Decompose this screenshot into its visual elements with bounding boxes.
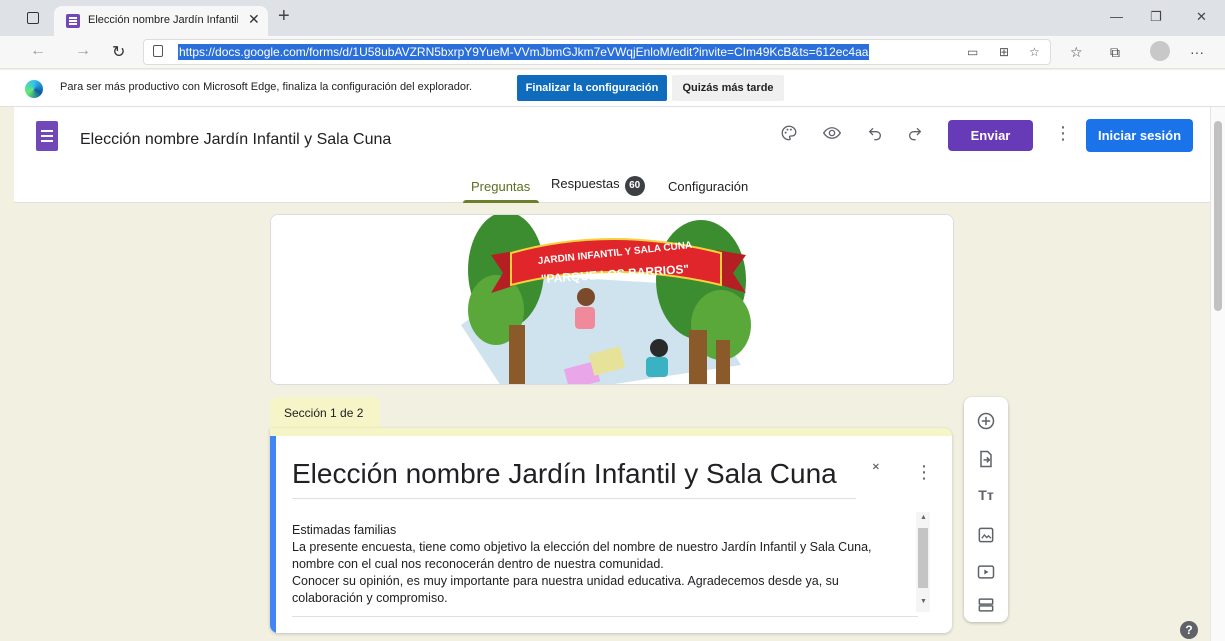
restore-button[interactable]: ❐ bbox=[1150, 9, 1162, 25]
close-tab-icon[interactable]: ✕ bbox=[248, 11, 260, 28]
forms-favicon-icon bbox=[66, 14, 80, 28]
maybe-later-button[interactable]: Quizás más tarde bbox=[672, 75, 784, 101]
add-title-icon[interactable]: Tт bbox=[976, 485, 996, 505]
description-line: Estimadas familias bbox=[292, 523, 397, 537]
more-menu-icon[interactable]: ··· bbox=[1190, 44, 1204, 60]
tab-actions-icon[interactable] bbox=[27, 12, 39, 24]
scroll-down-icon[interactable]: ▼ bbox=[920, 598, 927, 605]
section-more-icon[interactable]: ⋮ bbox=[915, 462, 933, 483]
description-line: nombre con el cual nos reconocerán dentr… bbox=[292, 557, 664, 571]
banner-illustration bbox=[271, 215, 953, 384]
undo-icon[interactable] bbox=[867, 124, 883, 142]
app-available-icon[interactable]: ⊞ bbox=[999, 45, 1009, 59]
add-favorite-icon[interactable]: ☆ bbox=[1029, 45, 1040, 59]
title-underline bbox=[292, 498, 856, 499]
favorites-icon[interactable]: ☆ bbox=[1070, 44, 1083, 61]
add-image-icon[interactable] bbox=[976, 525, 996, 545]
more-options-icon[interactable]: ⋮ bbox=[1054, 123, 1072, 144]
palette-icon[interactable] bbox=[780, 124, 798, 142]
forms-logo-icon[interactable] bbox=[36, 121, 58, 151]
forms-header: Elección nombre Jardín Infantil y Sala C… bbox=[14, 107, 1210, 203]
edge-logo-icon bbox=[25, 80, 43, 98]
description-scrollbar[interactable]: ▲ ▼ bbox=[916, 512, 930, 612]
description-line: Conocer su opinión, es muy importante pa… bbox=[292, 574, 839, 588]
tab-label: Preguntas bbox=[471, 179, 531, 194]
new-tab-button[interactable]: + bbox=[278, 6, 290, 26]
sign-in-button[interactable]: Iniciar sesión bbox=[1086, 119, 1193, 152]
refresh-icon[interactable]: ↻ bbox=[112, 42, 125, 62]
header-image: JARDIN INFANTIL Y SALA CUNA "PARQUE LOS … bbox=[270, 214, 954, 385]
reader-mode-icon[interactable]: ▭ bbox=[967, 45, 978, 59]
scrollbar-thumb[interactable] bbox=[1214, 121, 1222, 311]
tab-label: Respuestas bbox=[551, 176, 620, 191]
description-underline bbox=[292, 616, 918, 617]
minimize-button[interactable]: — bbox=[1110, 9, 1123, 24]
description-line: La presente encuesta, tiene como objetiv… bbox=[292, 540, 872, 554]
redo-icon[interactable] bbox=[907, 124, 923, 142]
collections-icon[interactable]: ⧉ bbox=[1110, 44, 1120, 61]
finish-setup-button[interactable]: Finalizar la configuración bbox=[517, 75, 667, 101]
preview-eye-icon[interactable] bbox=[822, 124, 842, 142]
scroll-up-icon[interactable]: ▲ bbox=[920, 514, 927, 521]
add-video-icon[interactable] bbox=[976, 562, 996, 582]
description-line: colaboración y compromiso. bbox=[292, 591, 448, 605]
add-section-icon[interactable] bbox=[976, 595, 996, 615]
responses-count-badge: 60 bbox=[624, 176, 645, 196]
section-header-card[interactable]: Elección nombre Jardín Infantil y Sala C… bbox=[270, 428, 952, 633]
edge-info-bar: Para ser más productivo con Microsoft Ed… bbox=[0, 70, 1225, 107]
url-field[interactable]: https://docs.google.com/forms/d/1U58ubAV… bbox=[143, 39, 1051, 65]
tab-label: Configuración bbox=[668, 179, 749, 194]
profile-avatar[interactable] bbox=[1150, 41, 1170, 61]
browser-tab[interactable]: Elección nombre Jardín Infantil y ✕ bbox=[54, 6, 268, 36]
tab-respuestas[interactable]: Respuestas 60 bbox=[551, 176, 645, 196]
tab-preguntas[interactable]: Preguntas bbox=[471, 179, 530, 194]
close-window-button[interactable]: ✕ bbox=[1196, 9, 1207, 25]
lock-icon[interactable] bbox=[153, 45, 163, 57]
tab-configuracion[interactable]: Configuración bbox=[668, 179, 748, 194]
import-questions-icon[interactable] bbox=[976, 449, 996, 469]
collapse-section-icon[interactable]: ⌄ ⌃ bbox=[870, 455, 882, 478]
back-icon[interactable]: ← bbox=[30, 42, 46, 60]
page-scrollbar[interactable] bbox=[1210, 107, 1225, 641]
send-button[interactable]: Enviar bbox=[948, 120, 1033, 151]
description-scroll-thumb[interactable] bbox=[918, 528, 928, 588]
tab-title: Elección nombre Jardín Infantil y bbox=[88, 14, 238, 26]
section-description[interactable]: Estimadas familias La presente encuesta,… bbox=[292, 522, 892, 607]
info-message: Para ser más productivo con Microsoft Ed… bbox=[60, 81, 473, 93]
form-title[interactable]: Elección nombre Jardín Infantil y Sala C… bbox=[80, 131, 391, 149]
forward-icon[interactable]: → bbox=[75, 42, 91, 60]
active-tab-indicator bbox=[463, 200, 539, 203]
active-card-indicator bbox=[270, 436, 276, 633]
add-question-icon[interactable] bbox=[976, 411, 996, 431]
help-icon[interactable]: ? bbox=[1180, 621, 1198, 639]
form-tabs: Preguntas Respuestas 60 Configuración bbox=[14, 169, 1210, 203]
url-text[interactable]: https://docs.google.com/forms/d/1U58ubAV… bbox=[178, 44, 870, 60]
section-tag: Sección 1 de 2 bbox=[270, 397, 380, 430]
address-bar-row: ← → ↻ https://docs.google.com/forms/d/1U… bbox=[0, 36, 1225, 69]
floating-toolbar: Tт bbox=[964, 397, 1008, 622]
browser-tab-strip: Elección nombre Jardín Infantil y ✕ + — … bbox=[0, 0, 1225, 36]
section-title[interactable]: Elección nombre Jardín Infantil y Sala C… bbox=[292, 458, 837, 490]
